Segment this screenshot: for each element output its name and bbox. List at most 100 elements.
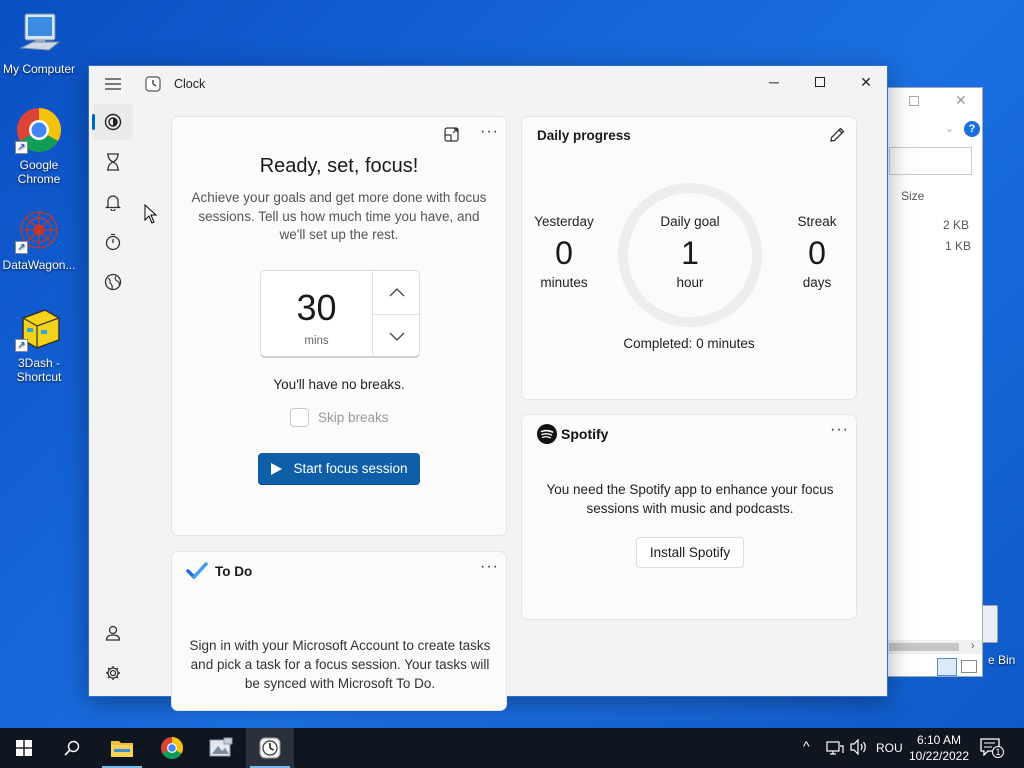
large-icons-view-icon[interactable] (961, 660, 977, 673)
streak-value: 0 (808, 235, 826, 271)
nav-item-focus-sessions[interactable] (93, 104, 133, 140)
title-bar[interactable]: Clock ─ ✕ (89, 66, 887, 102)
desktop-icon-3dash[interactable]: ↗ 3Dash - Shortcut (0, 304, 78, 384)
folder-icon (111, 741, 133, 757)
horizontal-scrollbar[interactable]: › (887, 640, 982, 654)
compact-overlay-icon (444, 127, 459, 142)
taskbar-chrome[interactable] (148, 728, 196, 768)
clock-app-icon (259, 737, 281, 759)
timer-icon (107, 153, 119, 171)
file-size: 1 KB (945, 239, 972, 253)
close-icon[interactable]: ✕ (955, 92, 967, 109)
chevron-up-icon (389, 287, 404, 296)
search-box[interactable] (889, 147, 972, 175)
hamburger-menu-icon (105, 78, 121, 90)
nav-menu-button[interactable] (93, 66, 133, 102)
minutes-value[interactable]: 30 (261, 287, 372, 329)
pencil-icon (830, 127, 845, 142)
maximize-button[interactable] (797, 66, 843, 98)
desktop-icon-datawagon[interactable]: ↗ DataWagon... (0, 206, 78, 272)
decrease-minutes-button[interactable] (373, 315, 420, 357)
nav-item-world-clock[interactable] (93, 264, 133, 300)
close-button[interactable]: ✕ (843, 66, 889, 98)
tray-time: 6:10 AM (916, 733, 962, 747)
nav-item-alarm[interactable] (93, 184, 133, 220)
shortcut-arrow-icon: ↗ (15, 339, 28, 352)
spotify-brand: Spotify (561, 426, 609, 442)
minutes-stepper[interactable]: 30 mins (260, 270, 420, 358)
nav-item-settings[interactable] (93, 655, 133, 691)
yesterday-label: Yesterday (534, 214, 594, 229)
desktop-icon-label: Google Chrome (17, 158, 61, 186)
mouse-cursor (144, 203, 158, 229)
chevron-down-icon (389, 332, 404, 341)
play-icon (271, 462, 283, 475)
input-language-indicator[interactable]: ROU (876, 741, 903, 755)
windows-logo-icon (16, 740, 32, 756)
breaks-info: You'll have no breaks. (273, 377, 405, 392)
maximize-icon[interactable] (909, 96, 919, 106)
minimize-button[interactable]: ─ (751, 66, 797, 98)
start-focus-session-button[interactable]: Start focus session (258, 453, 420, 485)
spotify-description: You need the Spotify app to enhance your… (546, 482, 834, 516)
daily-goal-value: 1 (681, 235, 699, 271)
datawagon-icon: ↗ (15, 206, 63, 254)
more-options-button[interactable]: ··· (480, 123, 499, 141)
nav-item-timer[interactable] (93, 144, 133, 180)
taskbar-clock[interactable] (246, 728, 294, 768)
search-icon (64, 740, 80, 756)
todo-description: Sign in with your Microsoft Account to c… (189, 638, 491, 691)
desktop-icon-google-chrome[interactable]: ↗ Google Chrome (0, 106, 78, 186)
details-view-icon[interactable] (937, 658, 957, 676)
minimize-icon: ─ (769, 74, 779, 90)
show-hidden-icons-button[interactable]: ^ (803, 738, 810, 754)
nav-item-account[interactable] (93, 615, 133, 651)
column-header-size[interactable]: Size (901, 189, 924, 203)
increase-minutes-button[interactable] (373, 271, 420, 313)
navigation-rail (89, 66, 137, 696)
daily-goal-unit: hour (676, 275, 704, 290)
shortcut-arrow-icon: ↗ (15, 141, 28, 154)
network-icon[interactable] (826, 740, 844, 761)
taskbar-photos[interactable] (197, 728, 245, 768)
compact-mode-button[interactable] (444, 127, 460, 143)
action-center-button[interactable]: 1 (980, 738, 1010, 760)
todo-card: To Do ··· Sign in with your Microsoft Ac… (171, 551, 507, 711)
3dash-icon: ↗ (15, 304, 63, 352)
edit-goals-button[interactable] (828, 126, 846, 149)
scrollbar-thumb[interactable] (889, 643, 959, 651)
search-button[interactable] (48, 728, 96, 768)
desktop-icon-label: My Computer (2, 62, 76, 76)
focus-session-card: ··· Ready, set, focus! Achieve your goal… (171, 116, 507, 536)
clock-app-window[interactable]: Clock ─ ✕ ··· Ready, set, focus! Achieve… (88, 65, 888, 711)
install-spotify-button[interactable]: Install Spotify (636, 537, 744, 568)
notification-badge: 1 (992, 746, 1004, 758)
start-button[interactable] (0, 728, 48, 768)
file-explorer-window[interactable]: ✕ ⌄ ? Size 2 KB 1 KB › (886, 87, 983, 677)
more-options-button[interactable]: ··· (480, 558, 499, 576)
streak-label: Streak (797, 214, 837, 229)
spotify-card: Spotify ··· You need the Spotify app to … (521, 414, 857, 620)
spotify-logo: Spotify (537, 424, 608, 444)
chevron-down-icon[interactable]: ⌄ (945, 122, 954, 135)
volume-icon[interactable] (850, 738, 868, 760)
focus-title: Ready, set, focus! (259, 155, 419, 177)
daily-goal-stat: Daily goal 1 hour (640, 214, 740, 290)
nav-item-stopwatch[interactable] (93, 224, 133, 260)
chevron-up-icon: ^ (803, 738, 810, 754)
completed-summary: Completed: 0 minutes (623, 336, 755, 351)
world-clock-icon (104, 273, 122, 291)
help-icon[interactable]: ? (964, 121, 980, 137)
clock-tray[interactable]: 6:10 AM 10/22/2022 (904, 730, 974, 766)
taskbar-file-explorer[interactable] (98, 728, 146, 768)
daily-goal-label: Daily goal (660, 214, 720, 229)
more-options-button[interactable]: ··· (830, 421, 849, 439)
chevron-right-icon[interactable]: › (971, 640, 975, 652)
microsoft-todo-icon (186, 562, 208, 585)
close-icon: ✕ (860, 73, 872, 90)
skip-breaks-checkbox[interactable]: Skip breaks (290, 407, 389, 427)
daily-progress-card: Daily progress Yesterday 0 minutes Daily… (521, 116, 857, 400)
file-size: 2 KB (943, 218, 970, 232)
checkbox-box[interactable] (290, 407, 309, 427)
desktop-icon-my-computer[interactable]: My Computer (0, 10, 78, 76)
